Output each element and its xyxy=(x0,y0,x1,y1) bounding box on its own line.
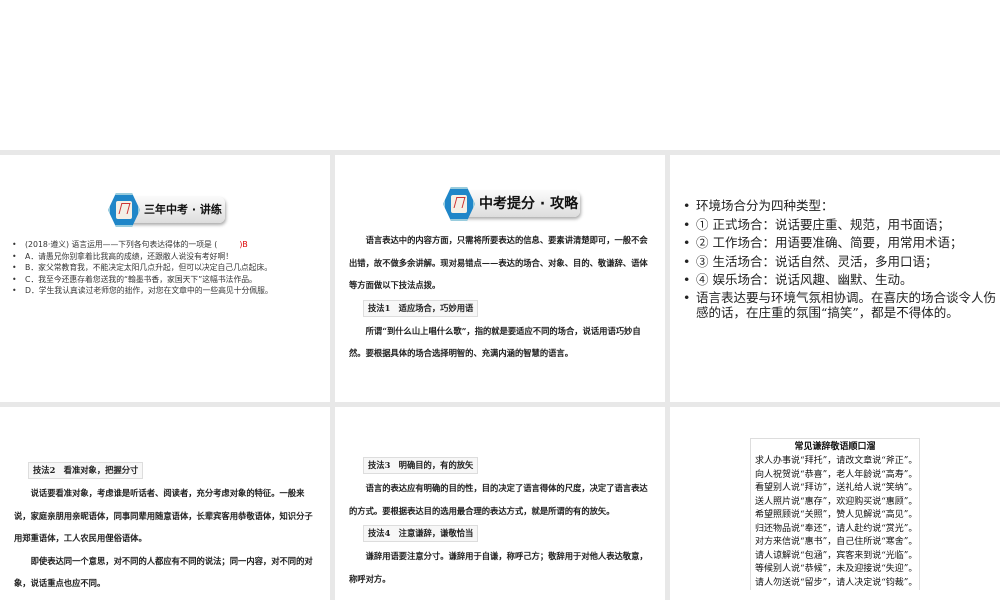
tip-heading: 技法2 看准对象，把握分寸 xyxy=(28,462,144,479)
section-badge: 中考提分 · 攻略 xyxy=(443,187,580,221)
question-text: (2018·遵义) 语言运用——下列各句表达得体的一项是 ( xyxy=(25,240,218,249)
question-list: (2018·遵义) 语言运用——下列各句表达得体的一项是 ( )B A．请愚兄你别… xyxy=(12,239,317,297)
box-title: 常见谦辞敬语顺口溜 xyxy=(794,442,876,452)
rhyme-line: 送人照片说“惠存”，欢迎购买说“惠顾”。 xyxy=(755,496,918,507)
honorifics-rhyme-box: 常见谦辞敬语顺口溜 求人办事说“拜托”，请改文章说“斧正”。 向人祝贺说“恭喜”… xyxy=(750,438,920,590)
bullet-item: ① 正式场合：说话要庄重、规范，用书面语； xyxy=(683,216,998,235)
badge-label: 中考提分 · 攻略 xyxy=(465,191,580,217)
rhyme-line: 向人祝贺说“恭喜”，老人年龄说“高寿”。 xyxy=(755,469,918,480)
badge-label: 三年中考 · 讲练 xyxy=(130,197,225,223)
bullet-list: 环境场合分为四种类型： ① 正式场合：说话要庄重、规范，用书面语； ② 工作场合… xyxy=(683,197,998,320)
tip-heading: 技法1 适应场合，巧妙用语 xyxy=(363,299,479,317)
option-b: B．家父常教育我，不能决定太阳几点升起，但可以决定自己几点起床。 xyxy=(12,262,317,274)
bullet-item: ④ 娱乐场合：说话风趣、幽默、生动。 xyxy=(683,271,998,290)
rhyme-line: 请人谅解说“包涵”，宾客来到说“光临”。 xyxy=(755,550,918,561)
bullet-item: 语言表达要与环境气氛相协调。在喜庆的场合谈令人伤感的话，在庄重的氛围“搞笑”，都… xyxy=(683,290,998,320)
tip-heading: 技法3 明确目的，有的放矢 xyxy=(363,457,479,474)
rhyme-line: 归还物品说“奉还”，请人赴约说“赏光”。 xyxy=(755,523,918,534)
blank-top-area xyxy=(0,0,1000,150)
section-badge: 三年中考 · 讲练 xyxy=(108,193,225,227)
rhyme-line: 等候别人说“恭候”，未及迎接说“失迎”。 xyxy=(755,564,918,574)
slide-thumbnail-4[interactable]: 技法2 看准对象，把握分寸 说话要看准对象，考虑谁是听话者、阅读者，充分考虑对象… xyxy=(0,407,330,600)
slide-thumbnail-2[interactable]: 中考提分 · 攻略 语言表达中的内容方面，只需将所要表达的信息、要素讲清楚即可，… xyxy=(335,155,665,402)
rhyme-line: 看望别人说“拜访”，送礼给人说“笑纳”。 xyxy=(755,483,918,493)
slide-thumbnail-5[interactable]: 技法3 明确目的，有的放矢 语言的表达应有明确的目的性，目的决定了语言得体的尺度… xyxy=(335,407,665,600)
bullet-item: ③ 生活场合：说话自然、灵活，多用口语； xyxy=(683,253,998,272)
body-paragraph: 语言的表达应有明确的目的性，目的决定了语言得体的尺度，决定了语言表达的方式。要根… xyxy=(349,483,648,516)
slide-thumbnail-6[interactable]: 常见谦辞敬语顺口溜 求人办事说“拜托”，请改文章说“斧正”。 向人祝贺说“恭喜”… xyxy=(670,407,1000,600)
slide-thumbnail-3[interactable]: 环境场合分为四种类型： ① 正式场合：说话要庄重、规范，用书面语； ② 工作场合… xyxy=(670,155,1000,402)
body-paragraph: 即使表达同一个意思，对不同的人都应有不同的说法；同一内容，对不同的对象，说话重点… xyxy=(14,555,313,589)
option-c: C．我至今还惠存着您送我的“翰墨书香，家国天下”这幅书法作品。 xyxy=(12,274,317,286)
body-paragraph: 所谓“到什么山上唱什么歌”，指的就是要适应不同的场合，说话用语巧妙自然。要根据具… xyxy=(349,325,641,359)
body-paragraph: 谦辞用语要注意分寸。谦辞用于自谦，称呼己方；敬辞用于对他人表达敬意，称呼对方。 xyxy=(349,551,648,584)
body-paragraph: 说话要看准对象，考虑谁是听话者、阅读者，充分考虑对象的特征。一般来说，家庭亲朋用… xyxy=(14,488,313,543)
question-stem: (2018·遵义) 语言运用——下列各句表达得体的一项是 ( )B xyxy=(12,239,317,251)
slide-thumbnail-1[interactable]: 三年中考 · 讲练 (2018·遵义) 语言运用——下列各句表达得体的一项是 (… xyxy=(0,155,330,402)
tip-heading: 技法4 注意谦辞，谦敬恰当 xyxy=(363,525,479,542)
bullet-item: 环境场合分为四种类型： xyxy=(683,197,998,216)
rhyme-line: 对方来信说“惠书”，自己住所说“寒舍”。 xyxy=(755,537,918,547)
rhyme-line: 希望照顾说“关照”，赞人见解说“高见”。 xyxy=(755,510,918,520)
bullet-item: ② 工作场合：用语要准确、简要，用常用术语； xyxy=(683,234,998,253)
option-d: D．学生我认真读过老师您的拙作，对您在文章中的一些高见十分佩服。 xyxy=(12,285,317,297)
rhyme-line: 求人办事说“拜托”，请改文章说“斧正”。 xyxy=(755,456,918,466)
rhyme-line: 请人勿送说“留步”，请人决定说“钧裁”。 xyxy=(755,577,918,588)
intro-paragraph: 语言表达中的内容方面，只需将所要表达的信息、要素讲清楚即可，一般不会出错，故不做… xyxy=(349,235,648,290)
answer-mark: )B xyxy=(239,240,248,249)
option-a: A．请愚兄你别拿着比我高的成绩，还跟敝人说没有考好啊！ xyxy=(12,251,317,263)
